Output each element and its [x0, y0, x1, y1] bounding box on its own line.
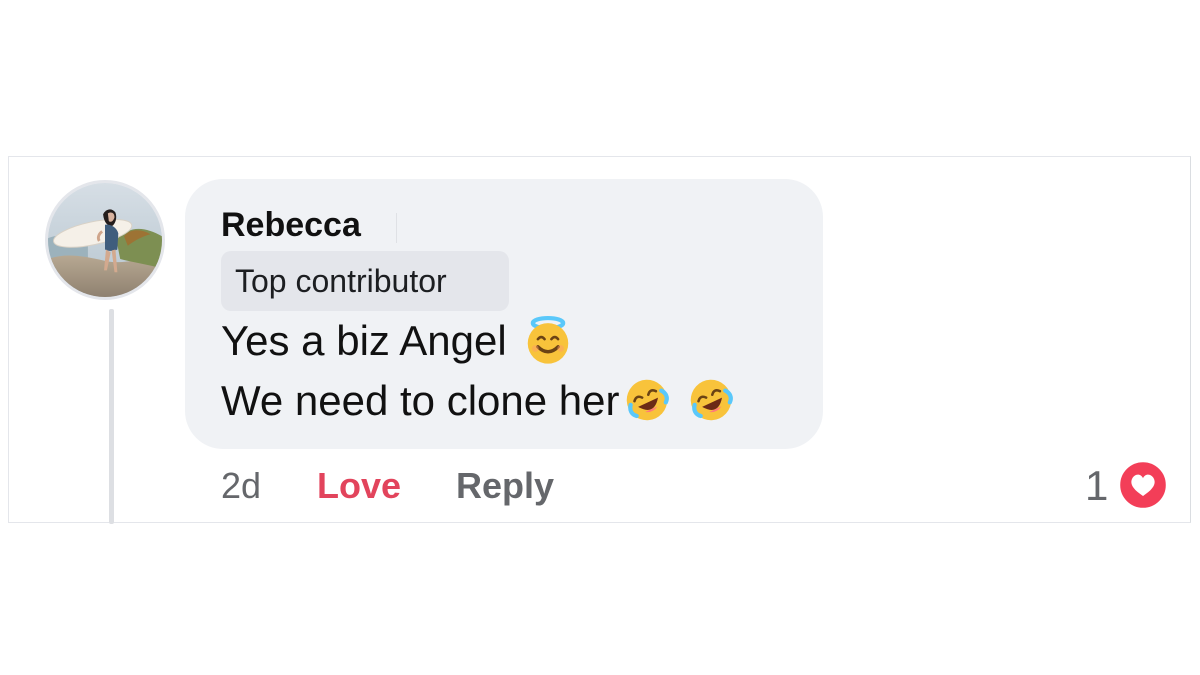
- comment-line-1-text: Yes a biz Angel: [221, 317, 507, 364]
- heart-reaction-icon[interactable]: [1116, 458, 1170, 512]
- comment-timestamp[interactable]: 2d: [221, 463, 261, 509]
- avatar[interactable]: [45, 180, 165, 300]
- comment-text-line-2: We need to clone her: [221, 375, 738, 431]
- comment-text-line-1: Yes a biz Angel: [221, 315, 575, 371]
- rolling-on-floor-laughing-icon: [626, 379, 669, 421]
- thread-line: [109, 309, 114, 524]
- comment-card: Rebecca Top contributor Yes a biz Angel …: [8, 156, 1191, 524]
- top-contributor-badge[interactable]: Top contributor: [221, 251, 509, 311]
- author-divider: [396, 213, 397, 243]
- reaction-count[interactable]: 1: [1085, 461, 1108, 511]
- love-button[interactable]: Love: [317, 463, 401, 509]
- rolling-on-floor-laughing-icon: [690, 379, 733, 421]
- comment-bubble: Rebecca Top contributor Yes a biz Angel …: [185, 179, 823, 449]
- comment-line-2-text: We need to clone her: [221, 377, 620, 424]
- reply-button[interactable]: Reply: [456, 463, 554, 509]
- smiling-face-with-halo-icon: [527, 315, 568, 364]
- comment-author[interactable]: Rebecca: [221, 205, 361, 245]
